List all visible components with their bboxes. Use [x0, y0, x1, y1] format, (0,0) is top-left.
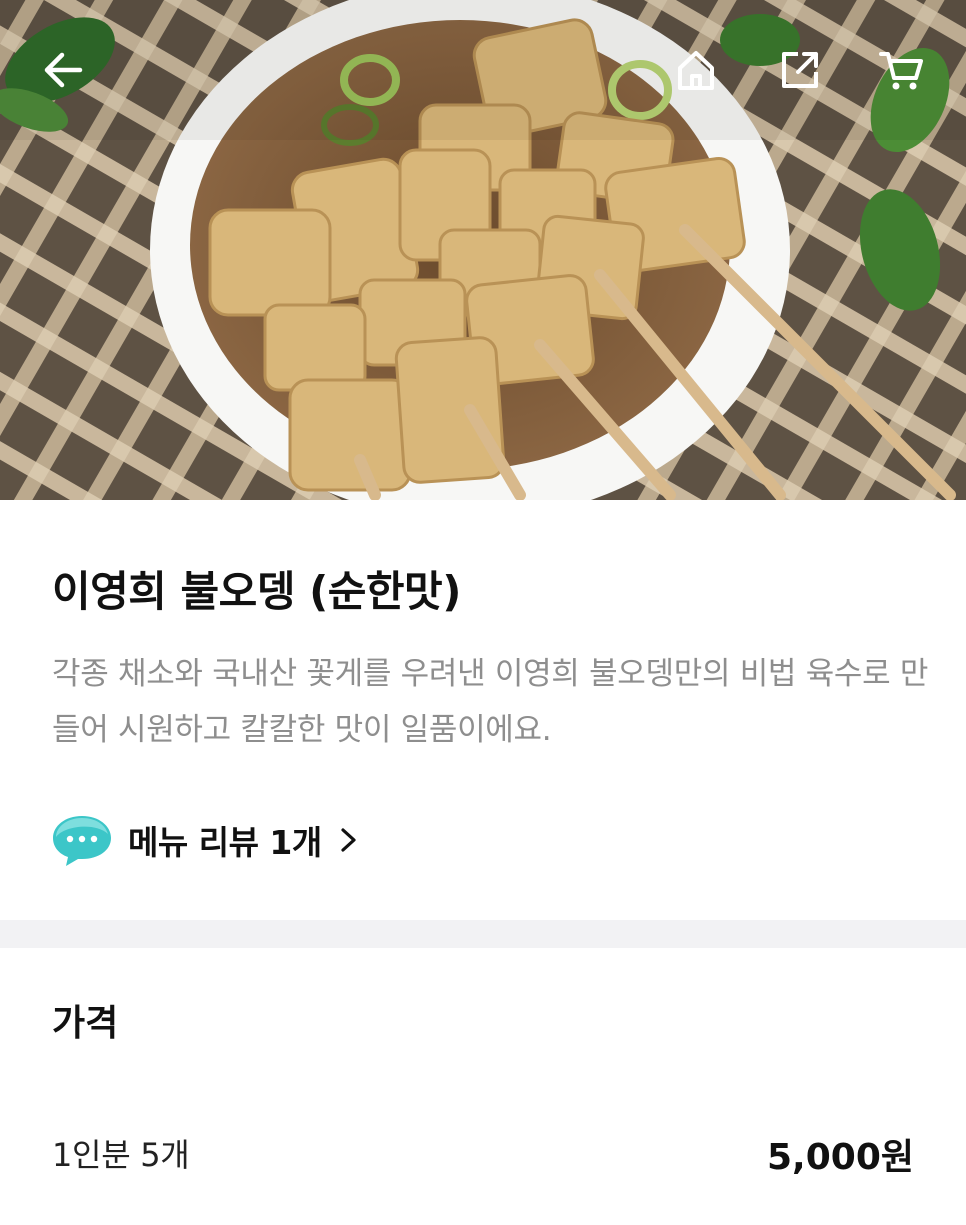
- product-info: 이영희 불오뎅 (순한맛) 각종 채소와 국내산 꽃게를 우려낸 이영희 불오뎅…: [0, 500, 966, 920]
- price-option-amount: 5,000원: [767, 1137, 914, 1178]
- price-option-label: 1인분 5개: [52, 1136, 190, 1174]
- price-section: 가격 1인분 5개 5,000원: [0, 948, 966, 1225]
- product-image: [0, 0, 966, 500]
- back-button[interactable]: [32, 38, 96, 102]
- home-icon: [678, 51, 714, 90]
- speech-bubble-icon: [53, 816, 111, 866]
- arrow-left-icon: [44, 52, 83, 88]
- product-description: 각종 채소와 국내산 꽃게를 우려낸 이영희 불오뎅만의 비법 육수로 만들어 …: [52, 656, 929, 748]
- top-navigation: [0, 0, 966, 140]
- menu-review-link[interactable]: 메뉴 리뷰 1개: [50, 810, 360, 870]
- home-button[interactable]: [664, 38, 728, 102]
- price-heading: 가격: [52, 1003, 119, 1044]
- section-divider: [0, 920, 966, 948]
- share-icon: [782, 52, 818, 88]
- review-label: 메뉴 리뷰 1개: [128, 823, 322, 862]
- product-title: 이영희 불오뎅 (순한맛): [52, 567, 461, 616]
- cart-button[interactable]: [870, 38, 934, 102]
- share-button[interactable]: [768, 38, 832, 102]
- chevron-right-icon: [341, 828, 356, 852]
- cart-icon: [879, 52, 923, 90]
